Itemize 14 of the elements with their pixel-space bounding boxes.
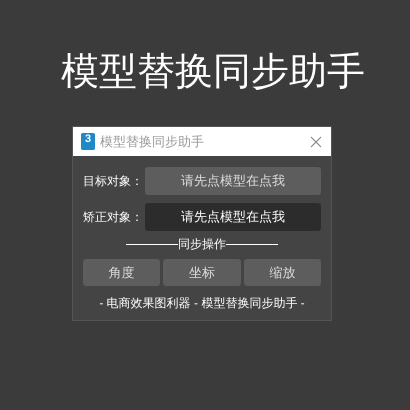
footer-text: - 电商效果图利器 - 模型替换同步助手 - (98, 295, 306, 312)
object-field[interactable]: 请先点模型在点我 (145, 203, 321, 231)
pick-button[interactable]: 请先点模型在点我 (145, 167, 321, 195)
window-title: 模型替换同步助手 (100, 132, 204, 151)
close-button[interactable] (309, 134, 323, 148)
sync-button[interactable]: 坐标 (163, 259, 241, 286)
close-icon (309, 134, 323, 148)
row-label: 目标对象： (83, 173, 139, 190)
sync-button[interactable]: 缩放 (244, 259, 321, 286)
sync-button[interactable]: 角度 (83, 259, 160, 286)
section-heading: 同步操作 (178, 236, 226, 253)
headline: 模型替换同步助手 (61, 50, 365, 95)
row-label: 矫正对象： (83, 209, 139, 226)
app-logo-icon: 3 (81, 133, 95, 150)
